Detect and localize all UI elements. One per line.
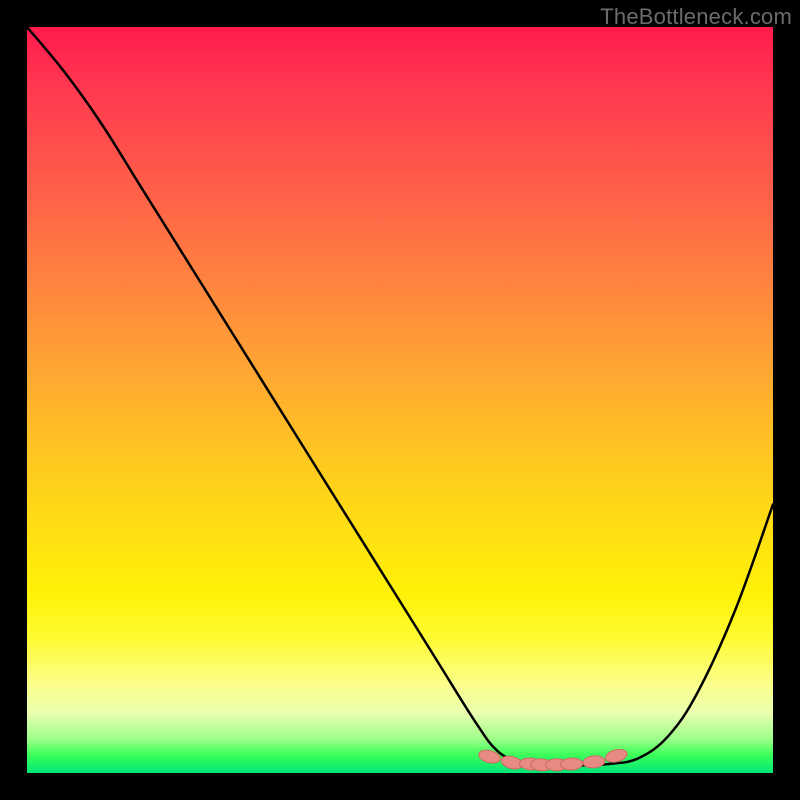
- marker: [582, 755, 605, 769]
- chart-svg: [27, 27, 773, 773]
- optimal-range-markers: [477, 747, 628, 771]
- bottleneck-curve: [27, 27, 773, 766]
- chart-area: [27, 27, 773, 773]
- marker: [560, 757, 583, 770]
